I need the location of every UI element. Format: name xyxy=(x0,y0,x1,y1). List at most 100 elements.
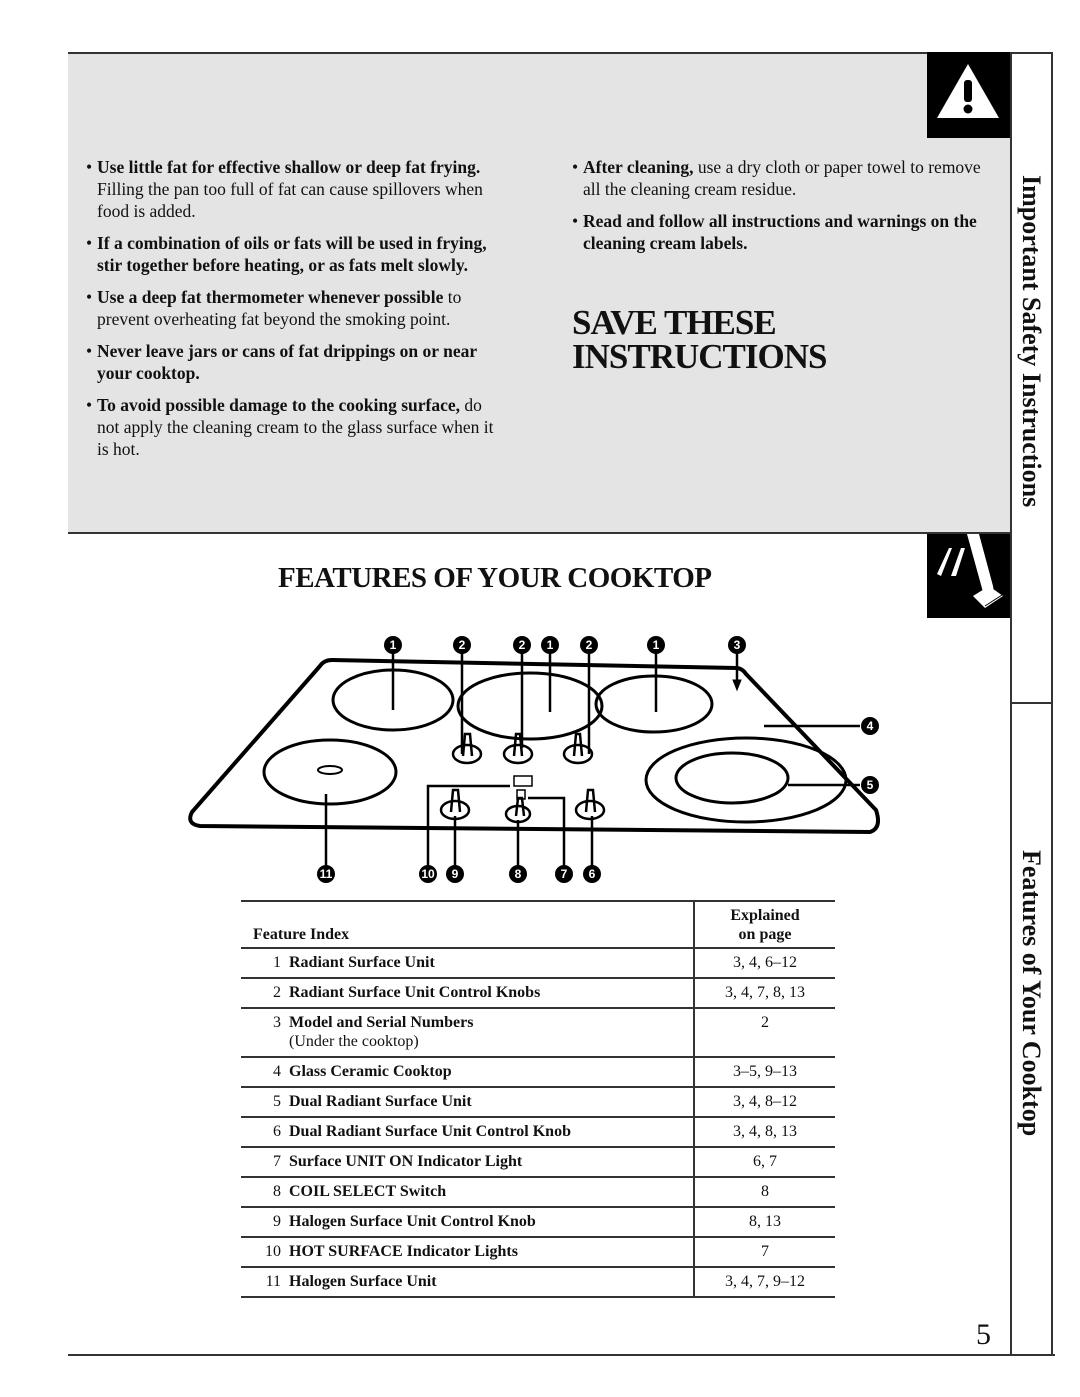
feature-name: COIL SELECT Switch xyxy=(289,1177,694,1208)
feature-name-text: Glass Ceramic Cooktop xyxy=(289,1063,452,1080)
callout-number: 2 xyxy=(580,636,598,654)
feature-name-text: Halogen Surface Unit Control Knob xyxy=(289,1213,536,1230)
callout-number: 4 xyxy=(861,717,879,735)
feature-number: 5 xyxy=(241,1087,289,1118)
feature-name-text: Radiant Surface Unit xyxy=(289,954,435,971)
feature-pages: 3–5, 9–13 xyxy=(693,1057,835,1088)
page-number: 5 xyxy=(976,1318,991,1351)
feature-name: HOT SURFACE Indicator Lights xyxy=(289,1237,694,1268)
feature-index-header: Feature Index xyxy=(241,900,694,949)
feature-pages: 2 xyxy=(693,1008,835,1058)
feature-number: 6 xyxy=(241,1117,289,1148)
feature-name-text: Model and Serial Numbers xyxy=(289,1014,474,1031)
feature-name: Dual Radiant Surface Unit xyxy=(289,1087,694,1118)
section-tab-divider xyxy=(1010,702,1053,704)
section-tab-safety[interactable]: Important Safety Instructions xyxy=(1016,175,1046,507)
warning-icon xyxy=(927,52,1010,138)
feature-name: Radiant Surface Unit xyxy=(289,948,694,979)
callout-number: 11 xyxy=(317,865,335,883)
explained-on-page-header: Explained on page xyxy=(693,900,835,949)
feature-name: Model and Serial Numbers (Under the cookt… xyxy=(289,1008,694,1058)
feature-pages: 3, 4, 6–12 xyxy=(693,948,835,979)
hand-pointing-icon xyxy=(927,534,1010,618)
feature-name-text: Surface UNIT ON Indicator Light xyxy=(289,1153,523,1170)
callout-number: 1 xyxy=(384,636,402,654)
feature-name: Glass Ceramic Cooktop xyxy=(289,1057,694,1088)
feature-name-text: Radiant Surface Unit Control Knobs xyxy=(289,984,541,1001)
feature-name: Halogen Surface Unit xyxy=(289,1267,694,1298)
safety-bullet: Read and follow all instructions and war… xyxy=(572,210,992,254)
feature-number: 11 xyxy=(241,1267,289,1298)
feature-pages: 3, 4, 7, 9–12 xyxy=(693,1267,835,1298)
callout-number: 10 xyxy=(419,865,437,883)
feature-pages: 3, 4, 7, 8, 13 xyxy=(693,978,835,1009)
section-tab-features[interactable]: Features of Your Cooktop xyxy=(1016,850,1046,1136)
table-row: 9 Halogen Surface Unit Control Knob 8, 13 xyxy=(241,1207,835,1238)
callout-number: 5 xyxy=(861,776,879,794)
feature-name: Radiant Surface Unit Control Knobs xyxy=(289,978,694,1009)
safety-bullet: If a combination of oils or fats will be… xyxy=(86,232,506,276)
table-row: 4 Glass Ceramic Cooktop 3–5, 9–13 xyxy=(241,1057,835,1088)
table-row: 6 Dual Radiant Surface Unit Control Knob 3… xyxy=(241,1117,835,1148)
feature-number: 8 xyxy=(241,1177,289,1208)
bottom-rule xyxy=(68,1354,1055,1356)
table-row: 7 Surface UNIT ON Indicator Light 6, 7 xyxy=(241,1147,835,1178)
feature-number: 1 xyxy=(241,948,289,979)
feature-name-text: Dual Radiant Surface Unit xyxy=(289,1093,472,1110)
feature-number: 2 xyxy=(241,978,289,1009)
feature-pages: 3, 4, 8–12 xyxy=(693,1087,835,1118)
table-row: 10 HOT SURFACE Indicator Lights 7 xyxy=(241,1237,835,1268)
table-row: 5 Dual Radiant Surface Unit 3, 4, 8–12 xyxy=(241,1087,835,1118)
feature-number: 7 xyxy=(241,1147,289,1178)
callout-number: 1 xyxy=(647,636,665,654)
feature-name: Surface UNIT ON Indicator Light xyxy=(289,1147,694,1178)
callout-number: 1 xyxy=(541,636,559,654)
feature-pages: 7 xyxy=(693,1237,835,1268)
features-heading: FEATURES OF YOUR COOKTOP xyxy=(278,562,712,594)
table-row: 1 Radiant Surface Unit 3, 4, 6–12 xyxy=(241,948,835,979)
radiant-unit-right xyxy=(594,674,714,734)
table-row: 8 COIL SELECT Switch 8 xyxy=(241,1177,835,1208)
callout-number: 3 xyxy=(728,636,746,654)
safety-bullet: Use a deep fat thermometer whenever poss… xyxy=(86,286,506,330)
table-row: 2 Radiant Surface Unit Control Knobs 3, 4,… xyxy=(241,978,835,1009)
callout-number: 8 xyxy=(509,865,527,883)
feature-pages: 8, 13 xyxy=(693,1207,835,1238)
table-header-row: Feature Index Explained on page xyxy=(241,900,835,949)
feature-pages: 6, 7 xyxy=(693,1147,835,1178)
feature-name-text: HOT SURFACE Indicator Lights xyxy=(289,1243,518,1260)
safety-bullet: After cleaning, use a dry cloth or paper… xyxy=(572,156,992,200)
feature-name-text: Dual Radiant Surface Unit Control Knob xyxy=(289,1123,571,1140)
table-row: 11 Halogen Surface Unit 3, 4, 7, 9–12 xyxy=(241,1267,835,1298)
cooktop-diagram xyxy=(180,630,900,895)
feature-name: Dual Radiant Surface Unit Control Knob xyxy=(289,1117,694,1148)
feature-number: 10 xyxy=(241,1237,289,1268)
safety-right-column: After cleaning, use a dry cloth or paper… xyxy=(572,156,992,264)
callout-number: 6 xyxy=(583,865,601,883)
feature-name-text: Halogen Surface Unit xyxy=(289,1273,437,1290)
header-line: on page xyxy=(738,926,792,943)
radiant-unit-center xyxy=(456,671,604,741)
save-instructions-heading: SAVE THESE INSTRUCTIONS xyxy=(572,303,827,376)
callout-number: 2 xyxy=(513,636,531,654)
save-title-line: SAVE THESE xyxy=(572,303,777,342)
table-row: 3 Model and Serial Numbers (Under the cook… xyxy=(241,1008,835,1058)
feature-number: 4 xyxy=(241,1057,289,1088)
safety-bullet: Use little fat for effective shallow or … xyxy=(86,156,506,222)
feature-name: Halogen Surface Unit Control Knob xyxy=(289,1207,694,1238)
callout-number: 9 xyxy=(446,865,464,883)
save-title-line: INSTRUCTIONS xyxy=(572,337,827,376)
header-line: Explained xyxy=(730,907,800,924)
feature-note: (Under the cooktop) xyxy=(289,1033,419,1050)
feature-number: 9 xyxy=(241,1207,289,1238)
safety-left-column: Use little fat for effective shallow or … xyxy=(86,156,506,470)
feature-number: 3 xyxy=(241,1008,289,1058)
dual-radiant-inner xyxy=(674,751,790,805)
feature-index-table: Feature Index Explained on page 1 Radiant… xyxy=(241,900,835,1298)
callout-number: 7 xyxy=(555,865,573,883)
safety-bullet: To avoid possible damage to the cooking … xyxy=(86,394,506,460)
feature-pages: 3, 4, 8, 13 xyxy=(693,1117,835,1148)
feature-name-text: COIL SELECT Switch xyxy=(289,1183,447,1200)
halogen-unit xyxy=(262,738,398,806)
safety-bullet: Never leave jars or cans of fat dripping… xyxy=(86,340,506,384)
